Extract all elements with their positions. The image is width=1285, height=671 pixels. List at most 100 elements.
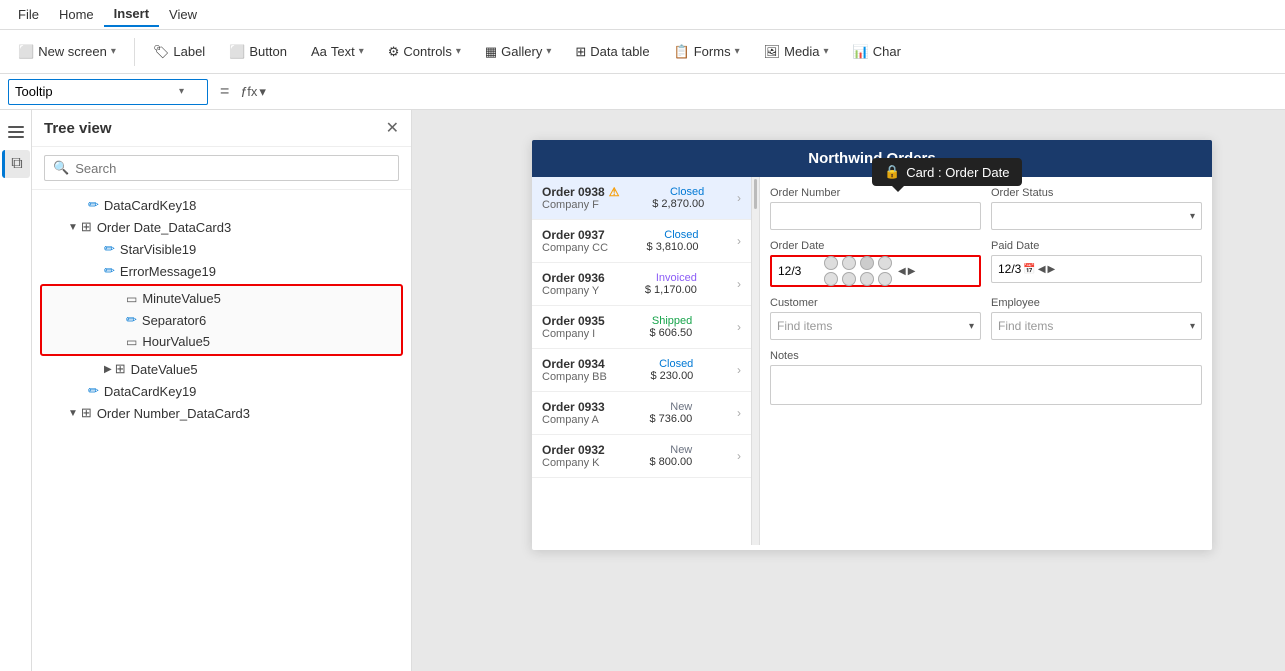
paid-date-next[interactable]: ▶ xyxy=(1048,264,1056,275)
tree-item-order-number-datacard3[interactable]: ▼ ⊞ Order Number_DataCard3 xyxy=(32,402,411,424)
order-date-input[interactable]: 12/3 xyxy=(772,257,822,285)
dp-circle xyxy=(878,256,892,270)
tree-body: ✏ DataCardKey18 ▼ ⊞ Order Date_DataCard3… xyxy=(32,190,411,671)
order-number: Order 0938 ⚠ xyxy=(542,185,619,199)
order-row-0935[interactable]: Order 0935 Company I Shipped $ 606.50 › xyxy=(532,306,751,349)
order-row-0934[interactable]: Order 0934 Company BB Closed $ 230.00 › xyxy=(532,349,751,392)
tree-item-datevalue5[interactable]: ▶ ⊞ DateValue5 xyxy=(32,358,411,380)
order-status-amount: Closed $ 2,870.00 xyxy=(652,186,704,210)
paid-date-label: Paid Date xyxy=(991,240,1202,252)
controls-button[interactable]: ⚙ Controls ▾ xyxy=(378,40,471,64)
media-button[interactable]: 🖼 Media ▾ xyxy=(754,40,839,64)
menu-home[interactable]: Home xyxy=(49,3,104,26)
selector-input[interactable] xyxy=(15,84,175,99)
order-company: Company CC xyxy=(542,242,608,254)
list-scrollbar[interactable] xyxy=(752,177,760,545)
tree-item-label: DataCardKey18 xyxy=(104,198,197,213)
order-number-input[interactable] xyxy=(770,202,981,230)
equals-sign: = xyxy=(216,83,233,101)
selector-wrapper[interactable]: ▾ xyxy=(8,79,208,105)
detail-row-1: Order Number Order Status ▾ xyxy=(770,187,1202,230)
order-list: Order 0938 ⚠ Company F Closed $ 2,870.00… xyxy=(532,177,752,545)
order-row-0933[interactable]: Order 0933 Company A New $ 736.00 › xyxy=(532,392,751,435)
date-picker-circles[interactable] xyxy=(822,254,896,288)
fx-label: fx xyxy=(247,84,257,99)
media-icon: 🖼 xyxy=(764,44,781,60)
order-status: Shipped xyxy=(652,315,692,327)
order-status-select[interactable]: ▾ xyxy=(991,202,1202,230)
order-row-0936[interactable]: Order 0936 Company Y Invoiced $ 1,170.00… xyxy=(532,263,751,306)
text-button[interactable]: Aa Text ▾ xyxy=(301,40,374,63)
search-input[interactable] xyxy=(75,161,390,176)
date-nav-prev[interactable]: ◀ xyxy=(898,266,906,277)
employee-combobox[interactable]: Find items ▾ xyxy=(991,312,1202,340)
order-status: Closed xyxy=(670,186,704,198)
tree-item-minutevalue5[interactable]: ▭ MinuteValue5 xyxy=(42,288,401,309)
tree-item-errormessage19[interactable]: ✏ ErrorMessage19 xyxy=(32,260,411,282)
order-info: Order 0937 Company CC xyxy=(542,228,608,254)
tree-item-datacardkey18[interactable]: ✏ DataCardKey18 xyxy=(32,194,411,216)
tree-search-area: 🔍 xyxy=(32,147,411,190)
expand-icon[interactable]: ▶ xyxy=(104,364,112,375)
gallery-icon: ▦ xyxy=(485,44,497,60)
order-date-label: Order Date xyxy=(770,240,981,252)
paid-date-input[interactable]: 12/3 📅 ◀ ▶ xyxy=(991,255,1202,283)
order-amount: $ 230.00 xyxy=(650,370,693,382)
notes-textarea[interactable] xyxy=(770,365,1202,405)
highlighted-group: ▭ MinuteValue5 ✏ Separator6 ▭ HourValue5 xyxy=(40,284,403,356)
menu-file[interactable]: File xyxy=(8,3,49,26)
forms-button[interactable]: 📋 Forms ▾ xyxy=(664,40,750,64)
paid-date-prev[interactable]: ◀ xyxy=(1038,264,1046,275)
tree-item-datacardkey19[interactable]: ✏ DataCardKey19 xyxy=(32,380,411,402)
fx-italic: f xyxy=(241,84,245,100)
fx-button[interactable]: f fx ▾ xyxy=(241,84,266,100)
order-status: Invoiced xyxy=(656,272,697,284)
charts-button[interactable]: 📊 Char xyxy=(843,40,911,64)
label-button[interactable]: 🏷 Label xyxy=(143,40,215,64)
gallery-button[interactable]: ▦ Gallery ▾ xyxy=(475,40,562,64)
order-number-field: Order Number xyxy=(770,187,981,230)
tree-header: Tree view ✕ xyxy=(32,110,411,147)
expand-icon[interactable]: ▼ xyxy=(68,408,78,419)
data-table-button[interactable]: ⊞ Data table xyxy=(565,40,659,64)
order-row-0938[interactable]: Order 0938 ⚠ Company F Closed $ 2,870.00… xyxy=(532,177,751,220)
tree-item-order-date-datacard3[interactable]: ▼ ⊞ Order Date_DataCard3 xyxy=(32,216,411,238)
order-row-0937[interactable]: Order 0937 Company CC Closed $ 3,810.00 … xyxy=(532,220,751,263)
calendar-icon: 📅 xyxy=(1023,264,1035,275)
customer-combobox[interactable]: Find items ▾ xyxy=(770,312,981,340)
order-status-label: Order Status xyxy=(991,187,1202,199)
menubar: File Home Insert View xyxy=(0,0,1285,30)
button-button[interactable]: ⬜ Button xyxy=(219,40,297,64)
order-date-highlighted: 12/3 xyxy=(770,255,981,287)
tree-item-starvisible19[interactable]: ✏ StarVisible19 xyxy=(32,238,411,260)
order-amount: $ 2,870.00 xyxy=(652,198,704,210)
menu-view[interactable]: View xyxy=(159,3,207,26)
new-screen-button[interactable]: ⬜ New screen ▾ xyxy=(8,40,126,64)
card-icon: ✏ xyxy=(88,197,99,213)
controls-icon: ⚙ xyxy=(388,44,400,60)
order-info: Order 0936 Company Y xyxy=(542,271,605,297)
customer-label: Customer xyxy=(770,297,981,309)
order-number: Order 0933 xyxy=(542,400,605,414)
detail-row-2: Order Date 12/3 xyxy=(770,240,1202,287)
menu-insert[interactable]: Insert xyxy=(104,2,159,27)
order-status: New xyxy=(670,401,692,413)
order-info: Order 0938 ⚠ Company F xyxy=(542,185,619,211)
detail-row-4: Notes xyxy=(770,350,1202,405)
date-nav-buttons: ◀ ▶ xyxy=(896,264,917,279)
tree-item-separator6[interactable]: ✏ Separator6 xyxy=(42,309,401,331)
controls-caret: ▾ xyxy=(456,46,461,57)
layers-icon[interactable]: ⧉ xyxy=(2,150,30,178)
tree-item-hourvalue5[interactable]: ▭ HourValue5 xyxy=(42,331,401,352)
expand-icon[interactable]: ▼ xyxy=(68,222,78,233)
date-nav-next[interactable]: ▶ xyxy=(908,266,916,277)
tree-panel: Tree view ✕ 🔍 ✏ DataCardKey18 ▼ ⊞ Order xyxy=(32,110,412,671)
hamburger-icon[interactable] xyxy=(2,118,30,146)
notes-field: Notes xyxy=(770,350,1202,405)
tree-close-button[interactable]: ✕ xyxy=(386,118,399,138)
customer-field: Customer Find items ▾ xyxy=(770,297,981,340)
main-layout: ⧉ Tree view ✕ 🔍 ✏ DataCardKey18 xyxy=(0,110,1285,671)
order-row-0932[interactable]: Order 0932 Company K New $ 800.00 › xyxy=(532,435,751,478)
warning-icon: ⚠ xyxy=(609,185,620,199)
order-amount: $ 606.50 xyxy=(649,327,692,339)
